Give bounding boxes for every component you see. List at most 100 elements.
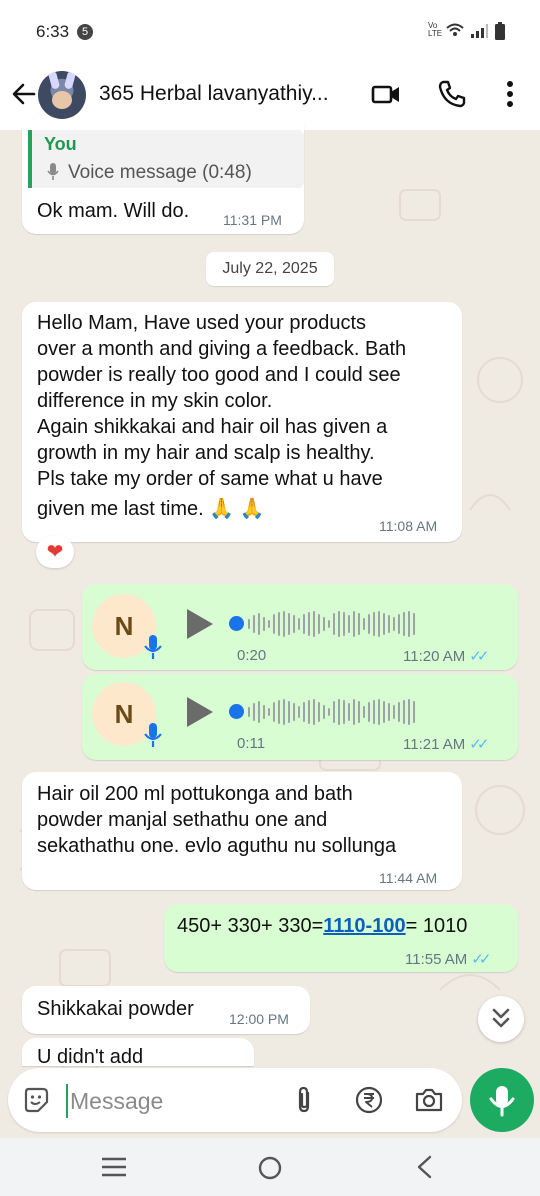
message-text: Ok mam. Will do. [37, 200, 190, 222]
message-line: Hair oil 200 ml pottukonga and bath [37, 783, 353, 805]
waveform-bar [313, 611, 315, 637]
play-button[interactable] [187, 697, 213, 727]
arrow-left-icon[interactable] [8, 78, 40, 110]
message-text: 450+ 330+ 330=1110-100= 1010 [177, 915, 468, 937]
waveform-bar [408, 611, 410, 637]
waveform-bar [388, 703, 390, 721]
camera-icon[interactable] [414, 1086, 444, 1114]
waveform-bar [308, 700, 310, 724]
waveform-bar [253, 703, 255, 721]
waveform-bar [318, 702, 320, 722]
voice-duration: 0:20 [237, 647, 267, 664]
waveform-bar [403, 612, 405, 636]
message-time: 11:20 AM ✓✓ [403, 648, 489, 665]
waveform-bar [343, 612, 345, 636]
message-bubble-incoming[interactable]: U didn't add [22, 1038, 254, 1066]
message-line: difference in my skin color. [37, 390, 273, 412]
message-time: 11:55 AM ✓✓ [405, 951, 491, 968]
waveform-bar [388, 615, 390, 633]
quote-author: You [44, 134, 77, 154]
waveform-bar [298, 618, 300, 630]
waveform-bar [358, 701, 360, 723]
waveform-bar [343, 700, 345, 724]
waveform-bar [398, 702, 400, 722]
audio-waveform[interactable] [248, 609, 415, 639]
waveform-bar [408, 699, 410, 725]
read-receipt-icon: ✓✓ [471, 951, 491, 968]
playback-scrubber[interactable] [229, 704, 244, 719]
message-text: Shikkakai powder [37, 998, 194, 1020]
waveform-bar [338, 699, 340, 725]
waveform-bar [333, 701, 335, 723]
playback-scrubber[interactable] [229, 616, 244, 631]
voice-record-button[interactable] [470, 1068, 534, 1132]
paperclip-icon[interactable] [292, 1085, 316, 1115]
message-time: 11:08 AM [379, 518, 438, 534]
sticker-icon[interactable] [22, 1086, 50, 1114]
waveform-bar [348, 703, 350, 721]
notification-badge: 5 [77, 24, 93, 40]
rupee-payment-icon[interactable] [354, 1085, 384, 1115]
waveform-bar [358, 613, 360, 635]
waveform-bar [348, 615, 350, 633]
avatar[interactable] [38, 71, 86, 119]
waveform-bar [258, 701, 260, 723]
waveform-bar [293, 703, 295, 721]
voice-duration: 0:11 [237, 735, 266, 752]
waveform-bar [323, 617, 325, 631]
mic-icon [489, 1086, 515, 1117]
waveform-bar [303, 614, 305, 634]
wifi-icon [446, 23, 464, 36]
more-vert-icon[interactable] [494, 78, 526, 110]
waveform-bar [368, 614, 370, 634]
read-receipt-icon: ✓✓ [469, 736, 489, 753]
date-separator: July 22, 2025 [206, 252, 334, 286]
mic-small-icon [47, 163, 59, 180]
waveform-bar [373, 612, 375, 636]
waveform-bar [283, 611, 285, 637]
message-input[interactable] [66, 1084, 282, 1118]
waveform-bar [318, 614, 320, 634]
signal-icon [471, 24, 488, 38]
waveform-bar [383, 701, 385, 723]
back-nav-icon[interactable] [412, 1154, 436, 1180]
waveform-bar [378, 611, 380, 637]
waveform-bar [393, 617, 395, 631]
recents-icon[interactable] [100, 1156, 128, 1178]
message-text-multiline: Hair oil 200 ml pottukonga and bath powd… [37, 781, 396, 859]
audio-waveform[interactable] [248, 697, 415, 727]
waveform-bar [413, 701, 415, 723]
waveform-bar [353, 699, 355, 725]
message-line: powder manjal sethathu one and [37, 809, 328, 831]
volte-indicator: Vo LTE [428, 21, 443, 38]
waveform-bar [298, 706, 300, 718]
message-text-multiline: Hello Mam, Have used your products over … [37, 310, 406, 522]
waveform-bar [328, 620, 330, 628]
waveform-bar [268, 620, 270, 628]
phone-icon[interactable] [436, 78, 468, 110]
chevron-double-down-icon [492, 1008, 510, 1028]
home-icon[interactable] [256, 1154, 284, 1182]
message-time: 11:31 PM [223, 212, 282, 228]
waveform-bar [273, 614, 275, 634]
reply-quote[interactable]: You Voice message (0:48) [28, 130, 304, 188]
waveform-bar [268, 708, 270, 716]
waveform-bar [293, 615, 295, 633]
message-line: Again shikkakai and hair oil has given a [37, 416, 388, 438]
waveform-bar [373, 700, 375, 724]
battery-icon [495, 22, 505, 40]
read-receipt-icon: ✓✓ [469, 648, 489, 665]
waveform-bar [363, 706, 365, 718]
quote-text: Voice message (0:48) [68, 162, 252, 183]
play-button[interactable] [187, 609, 213, 639]
phone-link[interactable]: 1110-100 [323, 915, 405, 937]
video-call-icon[interactable] [370, 78, 402, 110]
scroll-to-bottom-button[interactable] [478, 996, 524, 1042]
reaction-heart[interactable]: ❤ [36, 536, 74, 568]
waveform-bar [288, 613, 290, 635]
message-line: powder is really too good and I could se… [37, 364, 401, 386]
waveform-bar [258, 613, 260, 635]
waveform-bar [393, 705, 395, 719]
chat-title[interactable]: 365 Herbal lavanyathiy... [99, 82, 359, 106]
message-line: Pls take my order of same what u have [37, 468, 383, 490]
